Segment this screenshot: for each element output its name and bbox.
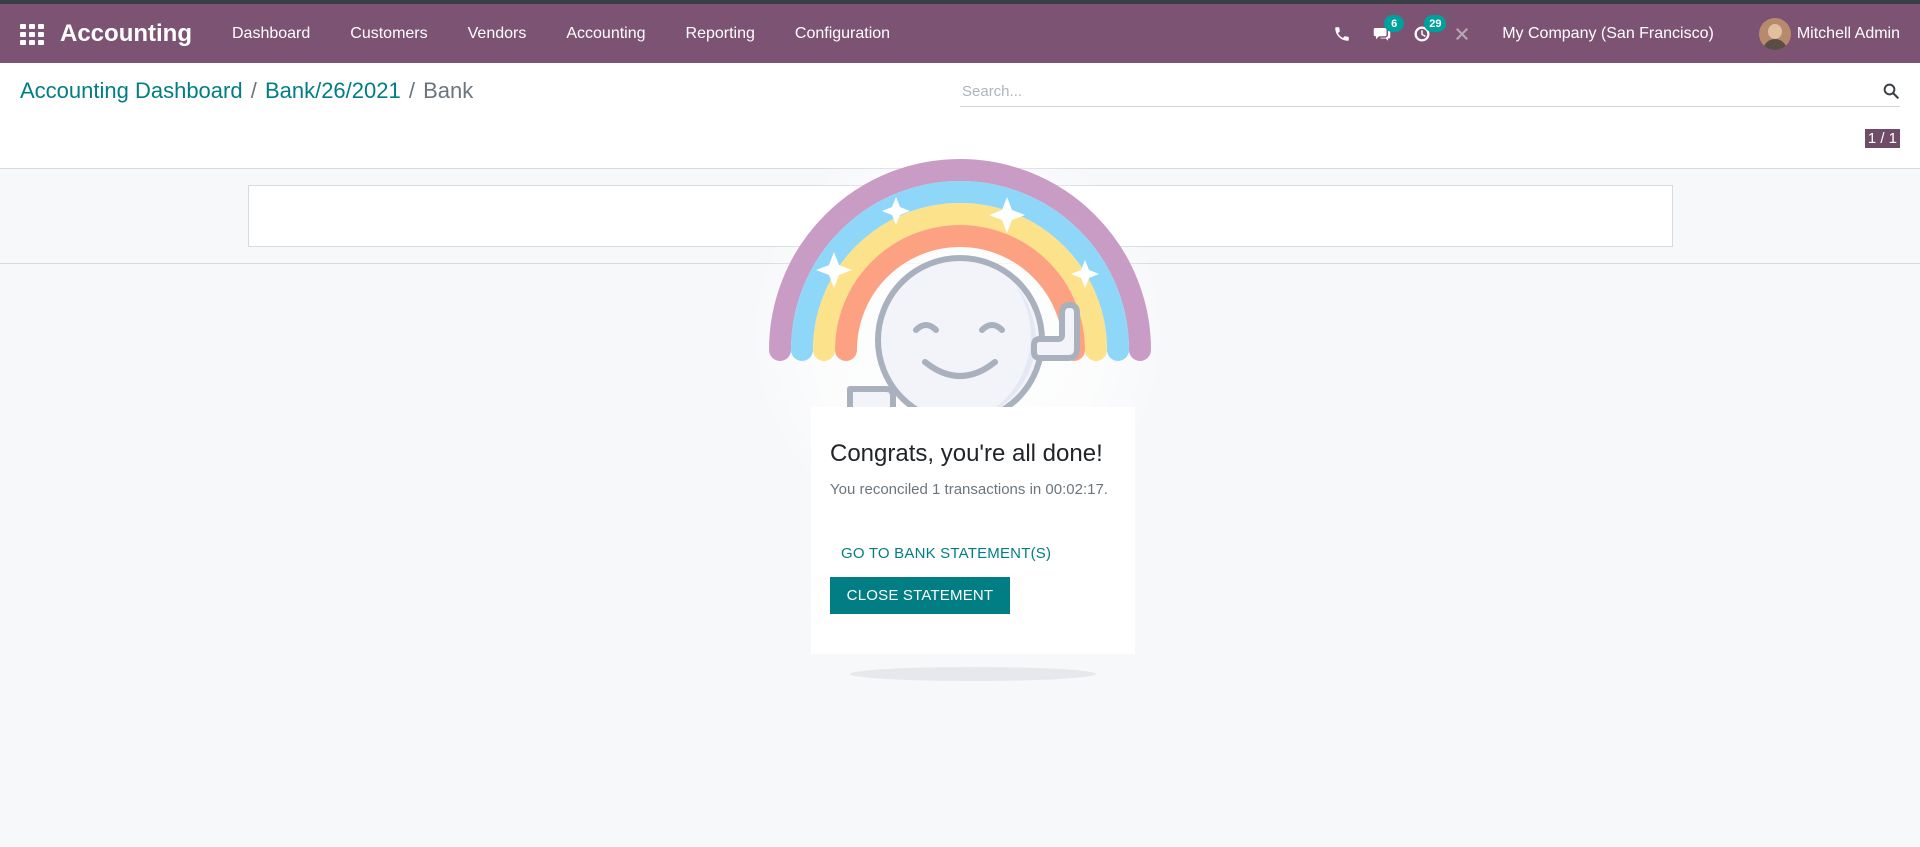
app-title[interactable]: Accounting: [60, 20, 192, 48]
breadcrumb-current: Bank: [423, 78, 474, 103]
main-navbar: Accounting Dashboard Customers Vendors A…: [0, 0, 1920, 63]
chat-icon[interactable]: 6: [1362, 4, 1405, 63]
menu-dashboard[interactable]: Dashboard: [212, 4, 330, 63]
avatar: [1758, 17, 1791, 50]
breadcrumb-separator: /: [244, 78, 263, 103]
pager-value[interactable]: 1 / 1: [1864, 129, 1900, 148]
menu-accounting[interactable]: Accounting: [546, 4, 665, 63]
breadcrumb-separator: /: [402, 78, 422, 103]
reconciliation-done-card: Congrats, you're all done! You reconcile…: [811, 407, 1135, 654]
menu-reporting[interactable]: Reporting: [666, 4, 775, 63]
apps-menu-icon[interactable]: [20, 23, 44, 45]
user-name: Mitchell Admin: [1796, 24, 1900, 42]
search-icon[interactable]: [1882, 82, 1900, 100]
clock-icon[interactable]: 29: [1402, 4, 1447, 63]
search-input[interactable]: [960, 76, 1860, 106]
breadcrumb-bank-statement[interactable]: Bank/26/2021: [265, 78, 401, 103]
menu-customers[interactable]: Customers: [330, 4, 447, 63]
close-statement-button[interactable]: CLOSE STATEMENT: [830, 577, 1010, 614]
breadcrumb-accounting-dashboard[interactable]: Accounting Dashboard: [20, 78, 243, 103]
messages-count-badge: 6: [1384, 15, 1405, 32]
user-menu[interactable]: Mitchell Admin: [1758, 17, 1900, 50]
done-message: You reconciled 1 transactions in 00:02:1…: [830, 481, 1108, 498]
search-bar: [960, 76, 1900, 107]
wrench-icon[interactable]: [1442, 4, 1482, 63]
systray: 6 29 My Company (San Francisco) Mitchell…: [1322, 4, 1920, 63]
company-switcher[interactable]: My Company (San Francisco): [1502, 25, 1714, 43]
menu-configuration[interactable]: Configuration: [775, 4, 910, 63]
phone-icon[interactable]: [1322, 4, 1362, 63]
done-title: Congrats, you're all done!: [830, 440, 1103, 467]
rainbow-man-illustration: [769, 159, 1151, 437]
breadcrumb: Accounting Dashboard / Bank/26/2021 / Ba…: [20, 78, 473, 104]
smiley-face: [875, 255, 1045, 425]
card-shadow: [850, 667, 1096, 681]
go-to-bank-statements-button[interactable]: GO TO BANK STATEMENT(S): [841, 545, 1051, 562]
menu-vendors[interactable]: Vendors: [448, 4, 547, 63]
